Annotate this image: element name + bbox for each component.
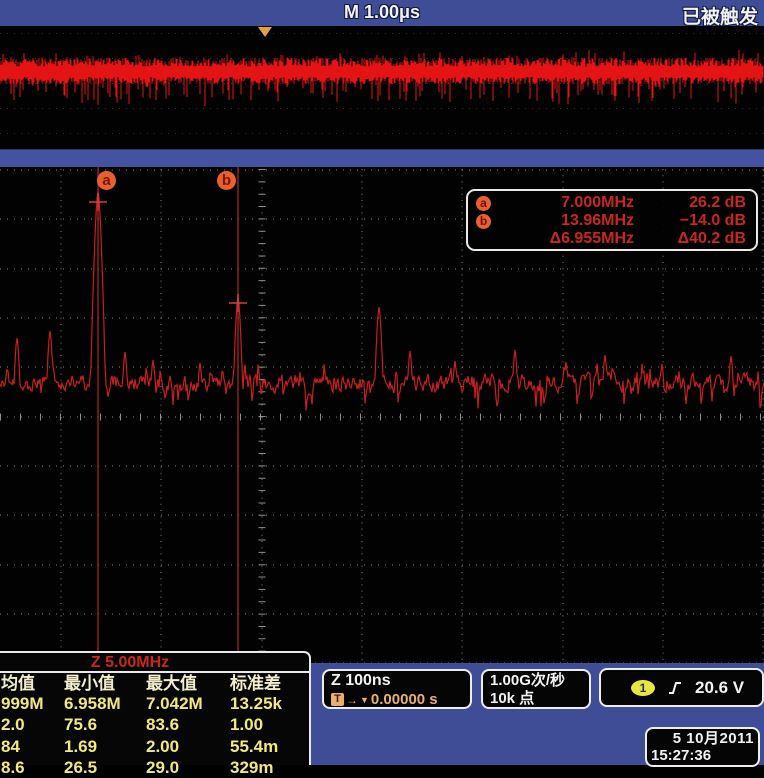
time-trace-waveform [0,26,764,149]
cursor-b-badge: b [217,171,236,190]
readout-row: Δ6.955MHzΔ40.2 dB [476,230,746,248]
table-header-cell: 均值 [1,674,64,694]
table-cell: 8.6 [1,758,64,778]
readout-level-value: −14.0 dB [634,212,746,230]
readout-row: b 13.96MHz−14.0 dB [476,212,746,230]
table-cell: 84 [1,737,64,757]
table-cell: 2.0 [1,715,64,735]
table-cell: 1.00 [230,715,311,735]
time-trace-area [0,26,764,149]
table-row: 999M6.958M7.042M13.25k [0,694,309,714]
table-cell: 6.958M [64,694,146,714]
fft-zoom-scale-bar: Z 5.00MHz [0,651,311,671]
table-cell: 7.042M [146,694,230,714]
date-label: 5 10月2011 [651,730,754,747]
trigger-position-marker-icon [258,27,272,37]
table-cell: 1.69 [64,737,146,757]
readout-frequency-value: Δ6.955MHz [504,230,634,248]
table-row: 841.692.0055.4m [0,737,309,757]
readout-frequency-value: 13.96MHz [504,212,634,230]
trigger-level-value: 20.6 V [695,678,744,698]
cursor-a-badge: a [97,171,116,190]
time-label: 15:27:36 [651,747,754,764]
table-cell: 83.6 [146,715,230,735]
table-header-cell: 最小值 [64,674,146,694]
cursor-readout-panel: a 7.000MHz26.2 dB b 13.96MHz−14.0 dBΔ6.955M… [466,189,758,251]
table-header-cell: 标准差 [230,674,311,694]
table-cell: 2.00 [146,737,230,757]
sample-rate-label: 1.00G次/秒 [490,672,589,690]
trigger-panel: 1 20.6 V [599,668,764,707]
datetime-panel: 5 10月2011 15:27:36 [645,727,760,767]
fft-zoom-scale-label: Z 5.00MHz [0,654,260,672]
table-cell: 75.6 [64,715,146,735]
table-row: 均值最小值最大值标准差 [0,674,309,694]
zoom-timebase-panel: Z 100ns T → ▼ 0.00000 s [322,669,472,709]
table-cell: 999M [1,694,64,714]
table-cell: 329m [230,758,311,778]
table-row: 2.075.683.61.00 [0,715,309,735]
arrow-right-icon: → [346,693,358,707]
table-cell: 29.0 [146,758,230,778]
acquisition-panel: 1.00G次/秒 10k 点 [481,669,591,709]
rising-edge-icon [667,680,683,696]
table-cell: 55.4m [230,737,311,757]
table-cell: 26.5 [64,758,146,778]
cursor-b-readout-badge: b [476,214,491,229]
table-cell: 13.25k [230,694,311,714]
readout-row: a 7.000MHz26.2 dB [476,194,746,212]
top-status-bar: M 1.00μs 已被触发 [0,0,764,26]
trigger-t-icon: T [331,693,344,706]
triangle-down-icon: ▼ [360,695,369,705]
timebase-label: M 1.00μs [0,2,764,23]
cursor-a-readout-badge: a [476,196,491,211]
channel-1-badge: 1 [631,680,655,696]
trigger-status-label: 已被触发 [682,2,758,29]
readout-level-value: 26.2 dB [634,194,746,212]
zoom-timebase-label: Z 100ns [331,672,470,690]
table-row: 8.626.529.0329m [0,758,309,778]
record-length-label: 10k 点 [490,690,589,708]
measurement-table: 均值最小值最大值标准差999M6.958M7.042M13.25k2.075.6… [0,671,311,765]
readout-frequency-value: 7.000MHz [504,194,634,212]
table-header-cell: 最大值 [146,674,230,694]
trigger-position-value: 0.00000 s [371,691,438,708]
readout-level-value: Δ40.2 dB [634,230,746,248]
